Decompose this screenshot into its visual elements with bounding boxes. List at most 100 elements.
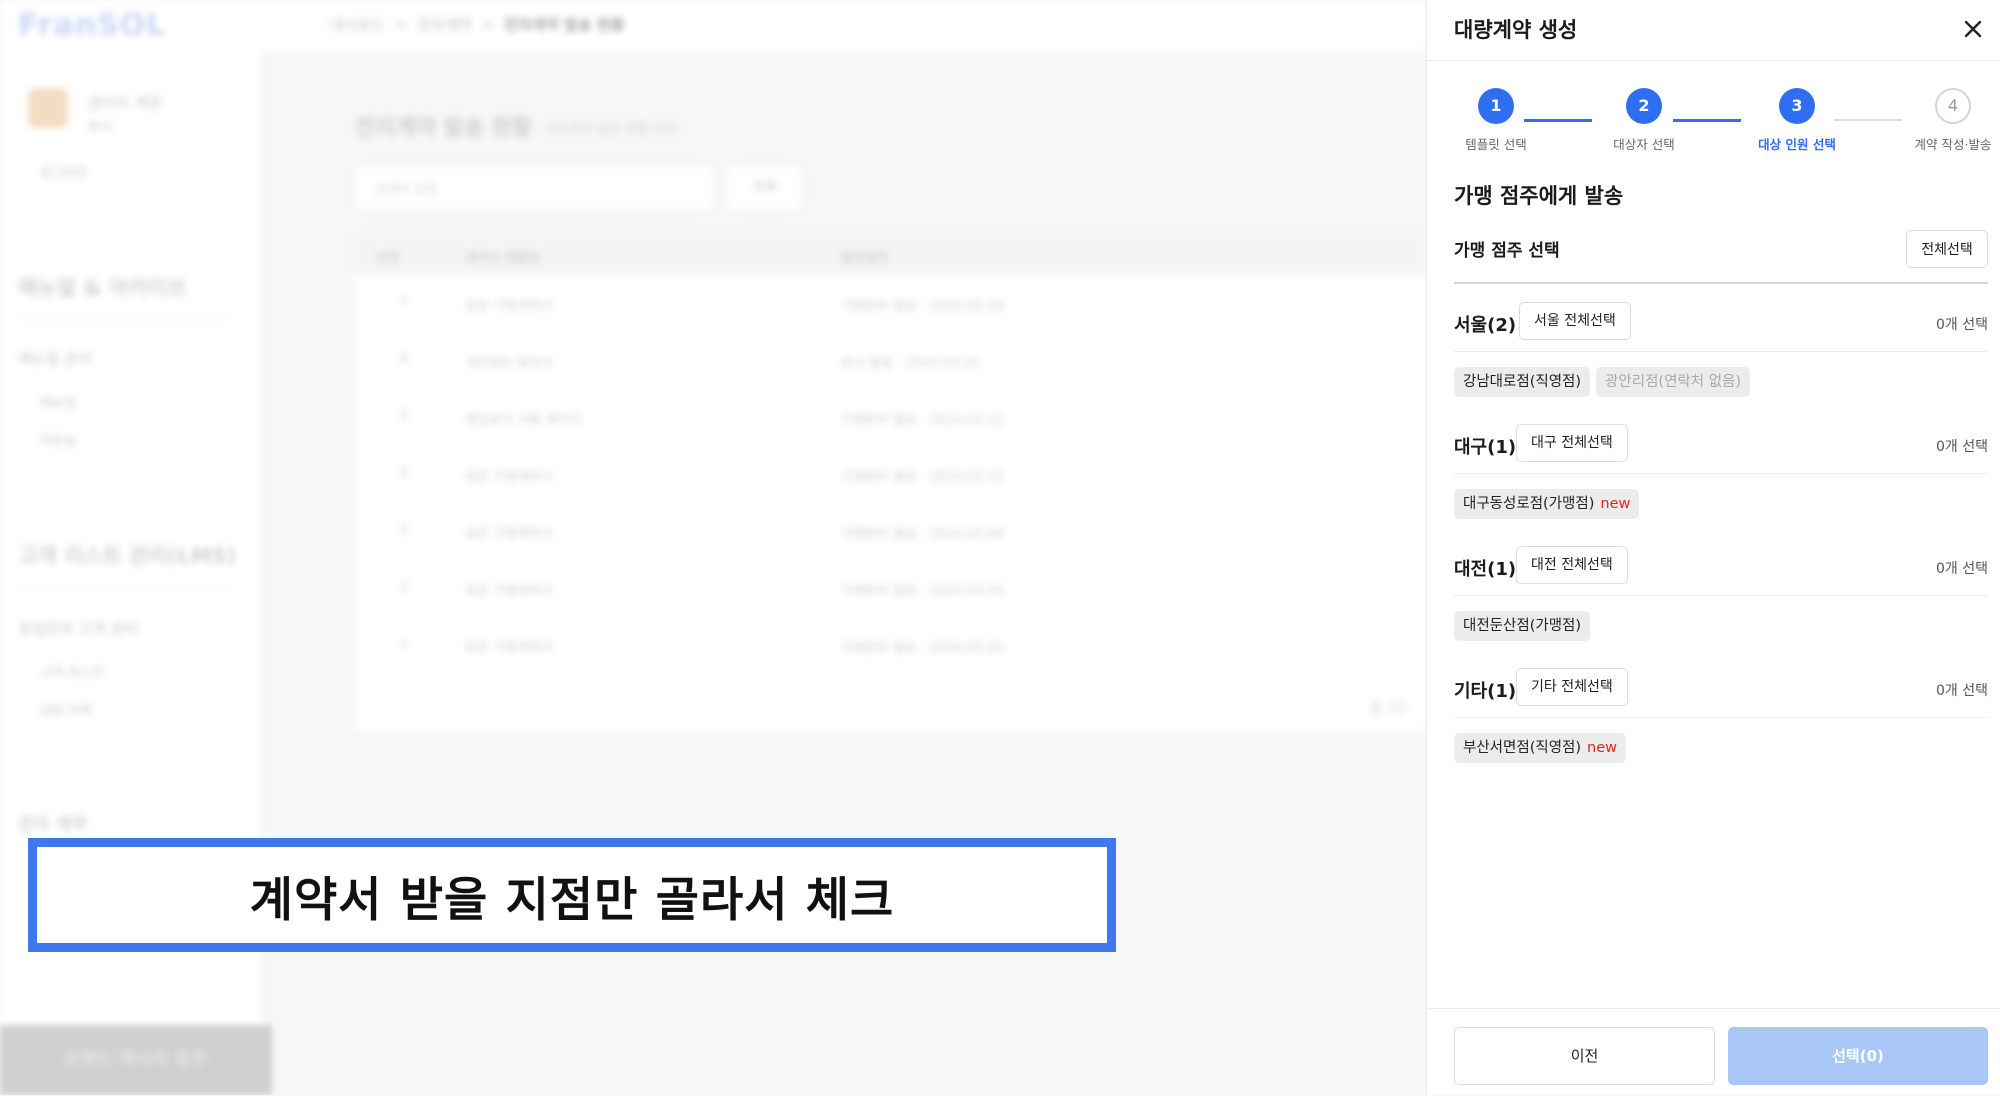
menu-group[interactable]: 매뉴얼 관리 (18, 348, 92, 369)
region-select-all-button[interactable]: 서울 전체선택 (1519, 302, 1631, 340)
divider (1454, 717, 1988, 718)
menu-section-title: 매뉴얼 & 아카이브 (18, 276, 187, 300)
region-daegu: 대구(1) 대구 전체선택 0개 선택 대구동성로점(가맹점) new (1454, 423, 1988, 519)
table-row[interactable]: 2 표준 가맹계약서 가맹본부 발송 · 2024.03.05 (355, 560, 1426, 617)
table-row[interactable]: 7 표준 가맹계약서 가맹본부 발송 · 2024.03.18 (355, 275, 1426, 332)
avatar (28, 88, 68, 128)
select-confirm-button[interactable]: 선택(0) (1728, 1027, 1988, 1085)
panel-title: 대량계약 생성 (1454, 18, 1578, 42)
cell-no: 4 (400, 466, 409, 481)
cell-no: 3 (400, 523, 409, 538)
selected-count: 0개 선택 (1936, 561, 1988, 577)
column-header: 발송일자 (841, 251, 889, 266)
select-all-button[interactable]: 전체선택 (1906, 230, 1988, 268)
column-header: 번호 (377, 251, 401, 266)
callout-text: 계약서 받을 지점만 골라서 체크 (249, 872, 895, 928)
store-chip-disabled: 광안리점(연락처 없음) (1596, 367, 1751, 397)
store-name: 강남대로점(직영점) (1463, 374, 1582, 390)
store-name: 광안리점(연락처 없음) (1605, 374, 1742, 390)
logout-link[interactable]: 로그아웃 (40, 162, 88, 181)
region-header: 서울(2) 서울 전체선택 0개 선택 (1454, 301, 1988, 345)
divider (1454, 282, 1988, 284)
search-input[interactable]: 검색어 입력 (355, 165, 715, 211)
cell-date: 가맹본부 발송 · 2024.03.10 (841, 470, 1004, 485)
contract-table: 번호 계약서 템플릿 발송일자 7 표준 가맹계약서 가맹본부 발송 · 202… (355, 235, 1426, 730)
store-chip[interactable]: 부산서면점(직영점) new (1454, 733, 1627, 763)
bulk-contract-panel: 대량계약 생성 1 템플릿 선택 2 대상자 선택 3 대상 인원 선택 4 계… (1426, 0, 2000, 1095)
table-header: 번호 계약서 템플릿 발송일자 (355, 235, 1426, 275)
step-label: 계약 작성·발송 (1914, 137, 1992, 152)
region-seoul: 서울(2) 서울 전체선택 0개 선택 강남대로점(직영점) 광안리점(연락처 없… (1454, 301, 1988, 397)
breadcrumb-item[interactable]: 대시보드 (330, 16, 385, 34)
cell-no: 1 (400, 637, 409, 652)
cell-template: 표준 가맹계약서 (465, 584, 553, 599)
pagination: 총 7건 (1370, 702, 1407, 717)
cell-template: 표준 가맹계약서 (465, 299, 553, 314)
selected-count: 0개 선택 (1936, 683, 1988, 699)
close-icon[interactable] (1958, 14, 1988, 44)
menu-section-title: 고객 리스트 관리(LMS) (18, 544, 237, 568)
region-name: 대구(1) (1454, 437, 1517, 458)
panel-footer: 이전 선택(0) (1427, 1008, 2000, 1096)
search-button[interactable]: 조회 (727, 165, 803, 211)
breadcrumb: 대시보드 > 전자계약 > 전자계약 발송 현황 (330, 16, 625, 34)
store-list: 강남대로점(직영점) 광안리점(연락처 없음) (1454, 367, 1756, 397)
region-select-all-button[interactable]: 대전 전체선택 (1516, 546, 1628, 584)
user-name: 관리자 계정 (88, 94, 162, 112)
store-chip[interactable]: 대전둔산점(가맹점) (1454, 611, 1591, 641)
divider (18, 588, 228, 589)
region-select-all-button[interactable]: 대구 전체선택 (1516, 424, 1628, 462)
cell-date: 본사 발송 · 2024.03.15 (841, 356, 980, 371)
cell-date: 가맹본부 발송 · 2024.03.05 (841, 584, 1004, 599)
cta-button[interactable]: 프랜드 메시지 발주 (0, 1025, 272, 1095)
menu-item[interactable]: 상담 이력 (40, 700, 92, 719)
table-row[interactable]: 6 개인정보 동의서 본사 발송 · 2024.03.15 (355, 332, 1426, 389)
region-others: 기타(1) 기타 전체선택 0개 선택 부산서면점(직영점) new (1454, 667, 1988, 763)
step-circle: 1 (1478, 88, 1514, 124)
store-chip[interactable]: 대구동성로점(가맹점) new (1454, 489, 1640, 519)
step-label: 대상자 선택 (1613, 137, 1675, 152)
store-chip[interactable]: 강남대로점(직영점) (1454, 367, 1591, 397)
page-subtitle: 전자계약 발송 현황 관리 (545, 122, 677, 137)
cell-date: 가맹본부 발송 · 2024.03.08 (841, 527, 1004, 542)
cell-no: 7 (400, 295, 409, 310)
store-list: 부산서면점(직영점) new (1454, 733, 1632, 763)
step-4: 4 계약 작성·발송 (1883, 88, 2000, 153)
store-list: 대전둔산점(가맹점) (1454, 611, 1596, 641)
region-name: 기타(1) (1454, 681, 1517, 702)
cell-template: 표준 가맹계약서 (465, 641, 553, 656)
region-daejeon: 대전(1) 대전 전체선택 0개 선택 대전둔산점(가맹점) (1454, 545, 1988, 641)
table-row[interactable]: 5 영업표지 사용 계약서 가맹본부 발송 · 2024.03.12 (355, 389, 1426, 446)
breadcrumb-item[interactable]: 전자계약 (417, 16, 472, 34)
step-label: 템플릿 선택 (1465, 137, 1527, 152)
app-logo: FranSOL (18, 8, 167, 43)
previous-button[interactable]: 이전 (1454, 1027, 1715, 1085)
region-header: 기타(1) 기타 전체선택 0개 선택 (1454, 667, 1988, 711)
cell-template: 개인정보 동의서 (465, 356, 553, 371)
step-circle: 2 (1626, 88, 1662, 124)
menu-item[interactable]: 매뉴얼 (40, 392, 76, 411)
table-row[interactable]: 1 표준 가맹계약서 가맹본부 발송 · 2024.03.02 (355, 617, 1426, 674)
menu-group[interactable]: 창업문의 고객 관리 (18, 618, 138, 639)
table-row[interactable]: 4 표준 가맹계약서 가맹본부 발송 · 2024.03.10 (355, 446, 1426, 503)
new-badge: new (1600, 496, 1631, 512)
menu-item[interactable]: 고객 리스트 (40, 662, 104, 681)
menu-item[interactable]: 자료실 (40, 430, 76, 449)
panel-header: 대량계약 생성 (1427, 0, 2000, 61)
divider (18, 318, 228, 319)
step-circle: 4 (1935, 88, 1971, 124)
store-name: 대전둔산점(가맹점) (1463, 618, 1582, 634)
cell-date: 가맹본부 발송 · 2024.03.18 (841, 299, 1004, 314)
cell-no: 6 (400, 352, 409, 367)
region-name: 서울(2) (1454, 315, 1517, 336)
cell-date: 가맹본부 발송 · 2024.03.12 (841, 413, 1004, 428)
cell-template: 영업표지 사용 계약서 (465, 413, 581, 428)
breadcrumb-current: 전자계약 발송 현황 (503, 16, 625, 34)
divider (1454, 473, 1988, 474)
cell-date: 가맹본부 발송 · 2024.03.02 (841, 641, 1004, 656)
table-row[interactable]: 3 표준 가맹계약서 가맹본부 발송 · 2024.03.08 (355, 503, 1426, 560)
cell-no: 2 (400, 580, 409, 595)
region-select-all-button[interactable]: 기타 전체선택 (1516, 668, 1628, 706)
selected-count: 0개 선택 (1936, 317, 1988, 333)
region-header: 대구(1) 대구 전체선택 0개 선택 (1454, 423, 1988, 467)
